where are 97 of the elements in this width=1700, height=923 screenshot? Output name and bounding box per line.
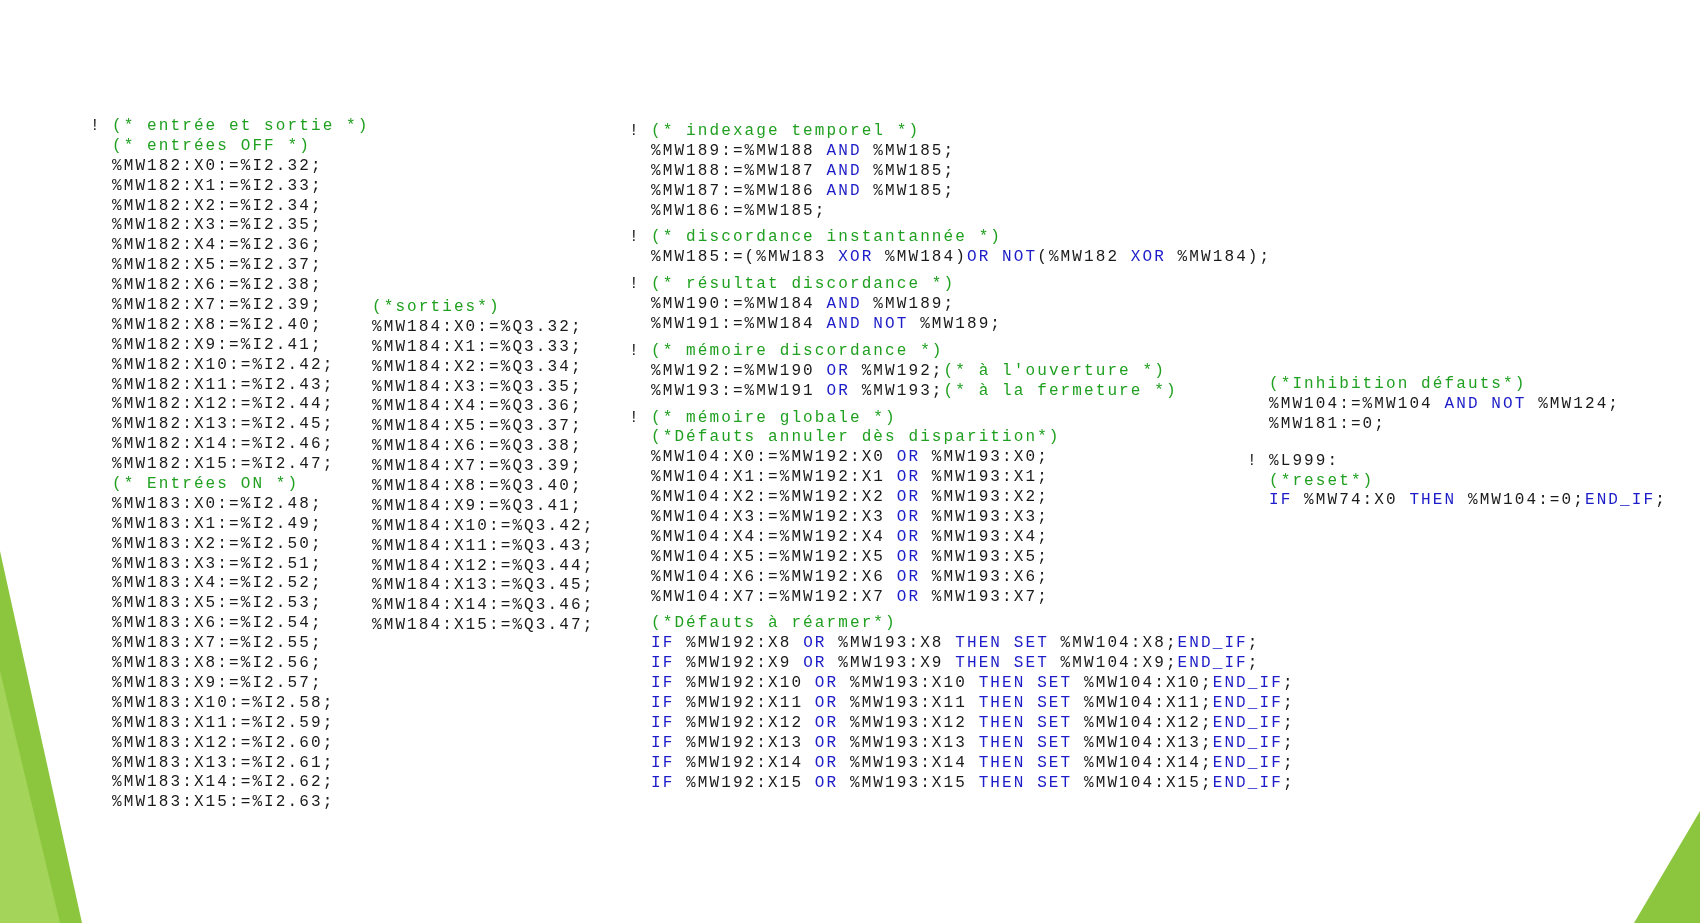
code-line: %MW184:X10:=%Q3.42;: [372, 516, 595, 537]
code-line: %MW104:X7:=%MW192:X7 OR %MW193:X7;: [651, 587, 1049, 608]
line-marker: !: [629, 275, 641, 294]
code-line: %MW184:X14:=%Q3.46;: [372, 596, 595, 617]
code-line: %MW183:X2:=%I2.50;: [112, 534, 323, 555]
code-line: %MW182:X7:=%I2.39;: [112, 296, 323, 316]
code-line: %MW182:X3:=%I2.35;: [112, 216, 323, 237]
code-line: (* mémoire discordance *): [651, 341, 944, 362]
code-line: %MW183:X7:=%I2.55;: [112, 634, 323, 655]
code-line: %MW189:=%MW188 AND %MW185;: [651, 141, 956, 162]
code-line: %MW182:X10:=%I2.42;: [112, 355, 335, 376]
code-line: %MW184:X0:=%Q3.32;: [372, 317, 583, 338]
code-line: (* discordance instantannée *): [651, 228, 1003, 249]
code-line: %MW183:X13:=%I2.61;: [112, 753, 335, 774]
code-line: %MW186:=%MW185;: [651, 201, 827, 222]
code-line: (*Inhibition défauts*): [1269, 375, 1527, 395]
code-line: %MW183:X4:=%I2.52;: [112, 574, 323, 595]
code-line: IF %MW192:X10 OR %MW193:X10 THEN SET %MW104:X10;END_IF;: [651, 674, 1295, 695]
code-line: IF %MW192:X14 OR %MW193:X14 THEN SET %MW104:X14;END_IF;: [651, 753, 1295, 774]
code-line: (*reset*): [1269, 471, 1375, 492]
code-line: %MW183:X3:=%I2.51;: [112, 554, 323, 575]
code-line: %MW104:X6:=%MW192:X6 OR %MW193:X6;: [651, 567, 1049, 588]
code-line: %MW104:X4:=%MW192:X4 OR %MW193:X4;: [651, 527, 1049, 548]
code-line: %MW104:X1:=%MW192:X1 OR %MW193:X1;: [651, 468, 1049, 489]
code-line: (*sorties*): [372, 298, 501, 318]
code-line: IF %MW192:X11 OR %MW193:X11 THEN SET %MW104:X11;END_IF;: [651, 694, 1295, 714]
code-line: %MW184:X5:=%Q3.37;: [372, 417, 583, 438]
code-line: %MW182:X6:=%I2.38;: [112, 276, 323, 296]
code-line: %MW184:X4:=%Q3.36;: [372, 397, 583, 418]
code-line: IF %MW192:X13 OR %MW193:X13 THEN SET %MW104:X13;END_IF;: [651, 733, 1295, 754]
code-line: %MW182:X14:=%I2.46;: [112, 435, 335, 456]
code-line: %MW184:X12:=%Q3.44;: [372, 556, 595, 577]
code-line: %MW182:X5:=%I2.37;: [112, 256, 323, 277]
code-line: %MW183:X5:=%I2.53;: [112, 594, 323, 615]
code-line: %MW184:X7:=%Q3.39;: [372, 457, 583, 477]
code-line: %MW183:X0:=%I2.48;: [112, 494, 323, 515]
code-line: %MW181:=0;: [1269, 414, 1386, 435]
code-line: IF %MW192:X15 OR %MW193:X15 THEN SET %MW104:X15;END_IF;: [651, 773, 1295, 794]
code-line: %MW104:=%MW104 AND NOT %MW124;: [1269, 394, 1621, 415]
code-line: %MW184:X3:=%Q3.35;: [372, 377, 583, 398]
code-line: %MW104:X3:=%MW192:X3 OR %MW193:X3;: [651, 508, 1049, 528]
code-line: %MW183:X12:=%I2.60;: [112, 733, 335, 754]
code-line: (* entrée et sortie *): [112, 117, 370, 137]
line-marker: !: [629, 341, 641, 360]
code-line: (* Entrées ON *): [112, 475, 300, 495]
line-marker: !: [629, 228, 641, 247]
code-line: %MW184:X1:=%Q3.33;: [372, 337, 583, 358]
code-line: %MW183:X10:=%I2.58;: [112, 693, 335, 714]
code-line: %MW182:X15:=%I2.47;: [112, 455, 335, 476]
line-marker: !: [629, 408, 641, 427]
code-line: %MW182:X4:=%I2.36;: [112, 236, 323, 257]
code-line: %MW190:=%MW184 AND %MW189;: [651, 295, 956, 315]
code-line: %MW184:X11:=%Q3.43;: [372, 536, 595, 557]
line-marker: !: [629, 122, 641, 140]
line-marker: !: [1247, 451, 1259, 470]
code-line: (* mémoire globale *): [651, 408, 897, 429]
code-line: (*Défauts annuler dès disparition*): [651, 428, 1061, 449]
code-line: %MW184:X9:=%Q3.41;: [372, 496, 583, 517]
code-line: %MW182:X0:=%I2.32;: [112, 156, 323, 177]
line-marker: !: [90, 117, 102, 135]
code-line: (* indexage temporel *): [651, 122, 921, 142]
code-line: %MW191:=%MW184 AND NOT %MW189;: [651, 315, 1003, 335]
code-line: %MW183:X11:=%I2.59;: [112, 713, 335, 734]
code-line: %MW104:X2:=%MW192:X2 OR %MW193:X2;: [651, 488, 1049, 509]
code-line: %L999:: [1269, 451, 1340, 472]
code-line: %MW182:X13:=%I2.45;: [112, 415, 335, 436]
code-line: %MW183:X15:=%I2.63;: [112, 793, 335, 814]
code-line: %MW182:X12:=%I2.44;: [112, 395, 335, 416]
code-line: %MW184:X6:=%Q3.38;: [372, 437, 583, 458]
code-line: %MW184:X15:=%Q3.47;: [372, 616, 595, 637]
code-line: %MW184:X13:=%Q3.45;: [372, 576, 595, 597]
code-line: %MW182:X11:=%I2.43;: [112, 375, 335, 396]
code-line: %MW183:X6:=%I2.54;: [112, 614, 323, 635]
code-line: IF %MW192:X9 OR %MW193:X9 THEN SET %MW104:X9;END_IF;: [651, 654, 1260, 675]
code-line: %MW183:X1:=%I2.49;: [112, 514, 323, 535]
code-line: %MW184:X8:=%Q3.40;: [372, 477, 583, 497]
code-line: %MW183:X14:=%I2.62;: [112, 773, 335, 794]
code-line: %MW184:X2:=%Q3.34;: [372, 357, 583, 378]
code-line: %MW104:X0:=%MW192:X0 OR %MW193:X0;: [651, 448, 1049, 469]
code-line: IF %MW192:X12 OR %MW193:X12 THEN SET %MW104:X12;END_IF;: [651, 713, 1295, 734]
code-line: %MW183:X9:=%I2.57;: [112, 673, 323, 694]
code-line: %MW185:=(%MW183 XOR %MW184)OR NOT(%MW182 XOR %MW184);: [651, 248, 1272, 269]
code-line: %MW188:=%MW187 AND %MW185;: [651, 161, 956, 182]
code-line: (* entrées OFF *): [112, 136, 311, 157]
code-line: %MW182:X8:=%I2.40;: [112, 315, 323, 336]
code-line: %MW192:=%MW190 OR %MW192;(* à l'ouverture *): [651, 361, 1166, 382]
code-line: (* résultat discordance *): [651, 275, 956, 296]
code-line: IF %MW192:X8 OR %MW193:X8 THEN SET %MW104:X8;END_IF;: [651, 634, 1260, 655]
code-line: %MW193:=%MW191 OR %MW193;(* à la fermeture *): [651, 381, 1178, 402]
code-line: (*Défauts à réarmer*): [651, 614, 897, 635]
code-line: IF %MW74:X0 THEN %MW104:=0;END_IF;: [1269, 491, 1667, 512]
code-line: %MW182:X1:=%I2.33;: [112, 176, 323, 197]
code-line: %MW183:X8:=%I2.56;: [112, 654, 323, 674]
code-line: %MW182:X9:=%I2.41;: [112, 335, 323, 356]
code-line: %MW182:X2:=%I2.34;: [112, 196, 323, 217]
code-line: %MW187:=%MW186 AND %MW185;: [651, 181, 956, 202]
code-line: %MW104:X5:=%MW192:X5 OR %MW193:X5;: [651, 547, 1049, 568]
